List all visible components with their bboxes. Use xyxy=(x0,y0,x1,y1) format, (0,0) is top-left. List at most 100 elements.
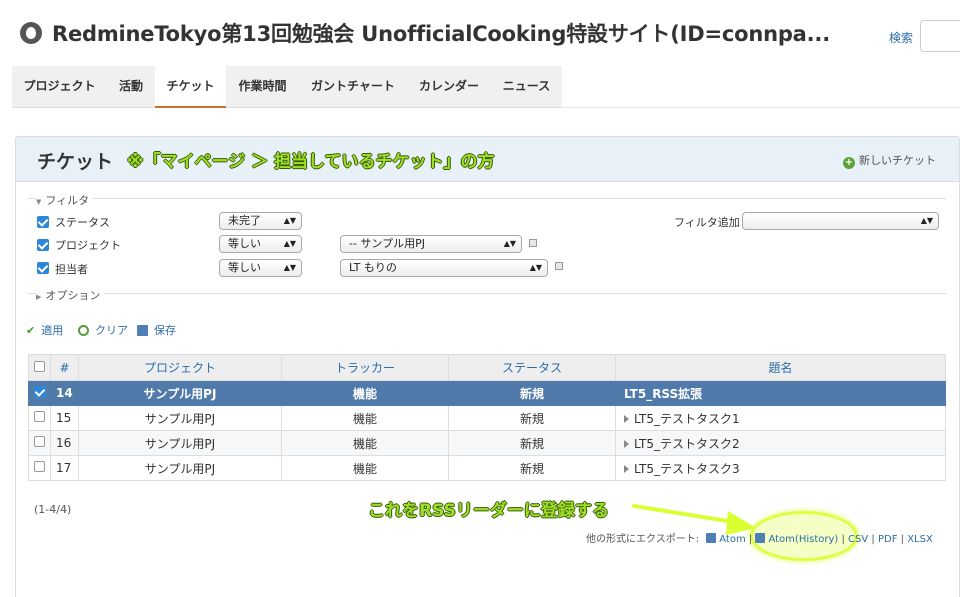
export-atom-history-link[interactable]: Atom(History) xyxy=(768,534,838,545)
search-label[interactable]: 検索 xyxy=(889,29,913,46)
issue-subject-cell[interactable]: LT5_テストタスク3 xyxy=(615,455,946,481)
col-tracker[interactable]: トラッカー xyxy=(281,354,449,381)
col-project[interactable]: プロジェクト xyxy=(78,354,282,381)
menu-spacer xyxy=(562,66,960,108)
row-checkbox[interactable] xyxy=(34,461,45,472)
clear-button[interactable]: クリア xyxy=(78,322,128,338)
export-csv-link[interactable]: CSV xyxy=(848,534,868,545)
annotation-note: ※「マイページ ＞ 担当しているチケット」の方 xyxy=(127,152,495,172)
row-checkbox-cell xyxy=(28,405,51,431)
expand-arrow-icon xyxy=(624,439,629,448)
issue-subject[interactable]: LT5_テストタスク1 xyxy=(634,412,740,426)
search-input[interactable] xyxy=(920,20,960,52)
redmine-logo-icon xyxy=(20,22,42,44)
filter-status-operator-value: 未完了 xyxy=(228,214,261,227)
issue-tracker: 機能 xyxy=(281,405,449,431)
filter-status-operator[interactable]: 未完了 ▲▼ xyxy=(219,212,302,230)
issue-status: 新規 xyxy=(448,455,616,481)
filter-assignee-operator[interactable]: 等しい ▲▼ xyxy=(219,259,302,277)
apply-button[interactable]: ✔ 適用 xyxy=(26,322,63,338)
export-xlsx-link[interactable]: XLSX xyxy=(907,534,933,545)
select-arrows-icon: ▲▼ xyxy=(503,239,516,248)
filter-assignee-operator-value: 等しい xyxy=(228,261,261,274)
table-row[interactable]: 16 サンプル用PJ 機能 新規 LT5_テストタスク2 xyxy=(28,430,946,456)
col-status[interactable]: ステータス xyxy=(448,354,616,381)
filter-project-operator[interactable]: 等しい ▲▼ xyxy=(219,235,302,253)
expand-arrow-icon xyxy=(624,464,629,473)
select-arrows-icon: ▲▼ xyxy=(283,239,296,248)
issue-subject[interactable]: LT5_テストタスク3 xyxy=(634,462,740,476)
page-title: チケット xyxy=(37,151,114,173)
issue-subject[interactable]: LT5_RSS拡張 xyxy=(615,380,946,406)
filter-project-checkbox[interactable] xyxy=(37,239,49,251)
top-header: RedmineTokyo第13回勉強会 UnofficialCooking特設サ… xyxy=(0,0,960,66)
row-checkbox-cell xyxy=(28,380,51,406)
callout-annotation: これをRSSリーダーに登録する xyxy=(368,501,609,521)
table-header-row: # プロジェクト トラッカー ステータス 題名 xyxy=(28,354,946,381)
save-button[interactable]: 保存 xyxy=(137,322,176,338)
issues-table: # プロジェクト トラッカー ステータス 題名 14 サンプル用PJ 機能 新規… xyxy=(28,354,946,481)
table-row[interactable]: 17 サンプル用PJ 機能 新規 LT5_テストタスク3 xyxy=(28,455,946,481)
expand-arrow-icon xyxy=(624,414,629,423)
row-checkbox-cell xyxy=(28,455,51,481)
separator: | xyxy=(748,534,753,545)
col-subject[interactable]: 題名 xyxy=(615,354,946,381)
separator: | xyxy=(900,534,905,545)
export-label: 他の形式にエクスポート: xyxy=(586,534,700,545)
issue-status: 新規 xyxy=(448,430,616,456)
toggle-multiselect-icon[interactable] xyxy=(529,239,537,247)
site-title[interactable]: RedmineTokyo第13回勉強会 UnofficialCooking特設サ… xyxy=(52,18,830,48)
filter-project-value[interactable]: -- サンプル用PJ ▲▼ xyxy=(340,235,522,253)
separator: | xyxy=(841,534,845,545)
row-checkbox[interactable] xyxy=(33,385,46,398)
tab-activity[interactable]: 活動 xyxy=(107,66,155,108)
issue-subject[interactable]: LT5_テストタスク2 xyxy=(634,437,740,451)
add-filter-label: フィルタ追加 xyxy=(674,216,740,229)
clear-label: クリア xyxy=(95,324,128,337)
feed-icon xyxy=(755,533,766,543)
save-label: 保存 xyxy=(154,324,176,337)
tab-time-entries[interactable]: 作業時間 xyxy=(226,66,299,108)
new-issue-link[interactable]: + 新しいチケット xyxy=(843,152,936,169)
options-fieldset-border xyxy=(28,293,946,294)
export-atom-link[interactable]: Atom xyxy=(719,534,745,545)
filter-project-label: プロジェクト xyxy=(55,239,121,252)
plus-icon: + xyxy=(843,157,855,169)
table-row[interactable]: 14 サンプル用PJ 機能 新規 LT5_RSS拡張 xyxy=(28,380,946,406)
select-all-checkbox[interactable] xyxy=(34,360,45,372)
toggle-multiselect-icon[interactable] xyxy=(555,262,563,270)
filter-project-operator-value: 等しい xyxy=(228,237,261,250)
issue-id[interactable]: 17 xyxy=(50,455,79,481)
issue-id[interactable]: 14 xyxy=(50,380,79,406)
filter-assignee-value[interactable]: LT もりの ▲▼ xyxy=(340,259,548,277)
row-checkbox-cell xyxy=(28,430,51,456)
col-id[interactable]: # xyxy=(50,354,79,381)
issue-project[interactable]: サンプル用PJ xyxy=(78,380,282,406)
table-row[interactable]: 15 サンプル用PJ 機能 新規 LT5_テストタスク1 xyxy=(28,405,946,431)
filter-assignee-value-text: LT もりの xyxy=(349,261,397,274)
tab-issues[interactable]: チケット xyxy=(155,66,226,108)
row-checkbox[interactable] xyxy=(34,436,45,447)
separator: | xyxy=(871,534,875,545)
tab-calendar[interactable]: カレンダー xyxy=(407,66,491,108)
filter-legend[interactable]: ▼ フィルタ xyxy=(36,192,94,208)
filter-assignee-label: 担当者 xyxy=(55,263,88,276)
tab-gantt[interactable]: ガントチャート xyxy=(299,66,407,108)
row-checkbox[interactable] xyxy=(34,411,45,422)
issue-subject-cell[interactable]: LT5_テストタスク1 xyxy=(615,405,946,431)
filter-status-checkbox[interactable] xyxy=(37,216,49,228)
issue-tracker: 機能 xyxy=(281,430,449,456)
issue-id[interactable]: 15 xyxy=(50,405,79,431)
export-pdf-link[interactable]: PDF xyxy=(878,534,897,545)
tab-projects[interactable]: プロジェクト xyxy=(12,66,107,108)
issue-subject-cell[interactable]: LT5_テストタスク2 xyxy=(615,430,946,456)
issue-project[interactable]: サンプル用PJ xyxy=(78,455,282,481)
add-filter-select[interactable]: ▲▼ xyxy=(742,212,939,230)
tab-news[interactable]: ニュース xyxy=(491,66,562,108)
issue-project[interactable]: サンプル用PJ xyxy=(78,405,282,431)
filter-assignee-checkbox[interactable] xyxy=(37,262,49,274)
main-menu: プロジェクト 活動 チケット 作業時間 ガントチャート カレンダー ニュース xyxy=(12,66,562,108)
options-legend[interactable]: ▶ オプション xyxy=(36,287,105,303)
issue-id[interactable]: 16 xyxy=(50,430,79,456)
issue-project[interactable]: サンプル用PJ xyxy=(78,430,282,456)
